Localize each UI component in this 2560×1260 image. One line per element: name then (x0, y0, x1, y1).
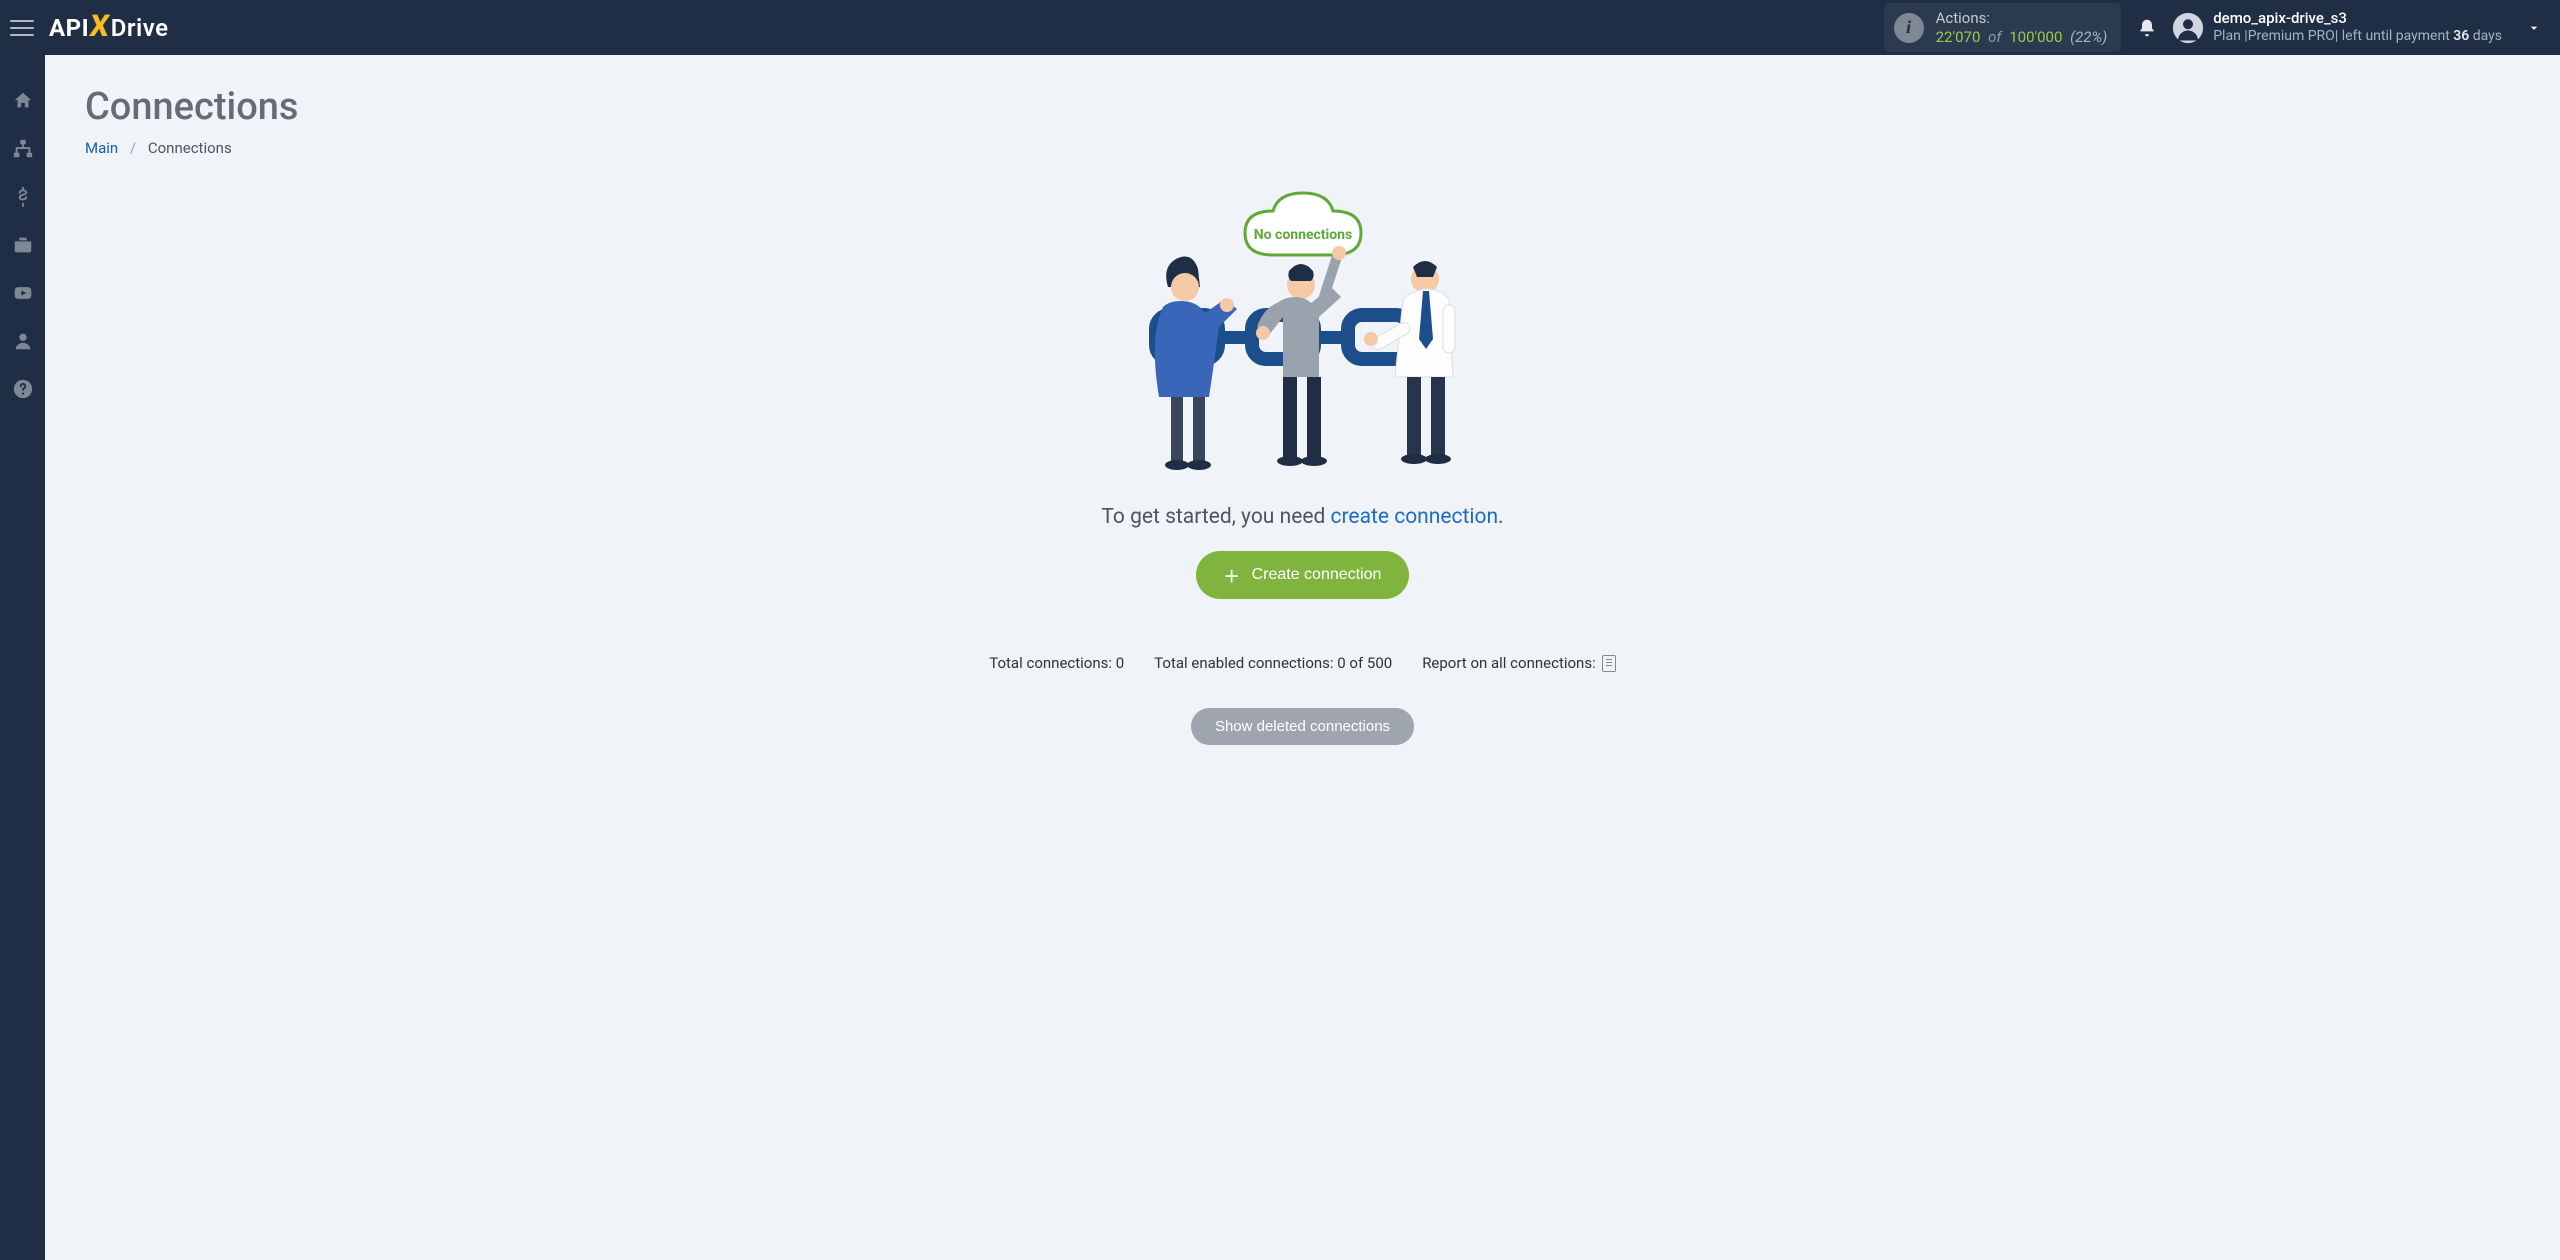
sidebar-profile[interactable] (12, 330, 34, 352)
sidebar-home[interactable] (12, 90, 34, 112)
logo-part-drive: Drive (111, 14, 169, 42)
avatar-icon (2173, 13, 2203, 43)
illustration: No connections (1123, 187, 1483, 487)
actions-limit: 100'000 (2009, 28, 2062, 46)
user-icon (12, 330, 34, 352)
actions-usage-box[interactable]: i Actions: 22'070 of 100'000 (22%) (1884, 3, 2122, 53)
logo-part-api: API (49, 14, 89, 42)
sidebar-connections[interactable] (12, 138, 34, 160)
lead-prefix: To get started, you need (1101, 505, 1330, 529)
create-connection-label: Create connection (1252, 566, 1382, 584)
breadcrumb-main[interactable]: Main (85, 139, 118, 157)
cloud-text: No connections (1253, 227, 1351, 243)
dollar-icon (13, 186, 33, 208)
sidebar-tutorials[interactable] (12, 282, 34, 304)
menu-toggle[interactable] (10, 16, 34, 40)
info-icon: i (1894, 13, 1924, 43)
sidebar-billing[interactable] (12, 186, 34, 208)
create-connection-button[interactable]: ＋ Create connection (1196, 551, 1410, 599)
play-icon (12, 283, 34, 303)
breadcrumb-sep: / (130, 139, 136, 157)
sidebar (0, 55, 45, 1260)
report-label: Report on all connections: (1422, 654, 1596, 672)
stats-row: Total connections: 0 Total enabled conne… (853, 654, 1753, 672)
user-text: demo_apix-drive_s3 Plan |Premium PRO| le… (2213, 9, 2502, 45)
home-icon (12, 90, 34, 112)
chevron-down-icon[interactable] (2518, 20, 2550, 36)
sidebar-help[interactable] (12, 378, 34, 400)
lead-text: To get started, you need create connecti… (853, 505, 1753, 529)
briefcase-icon (12, 234, 34, 256)
topbar-right: i Actions: 22'070 of 100'000 (22%) demo_… (1884, 3, 2550, 53)
topbar: API X Drive i Actions: 22'070 of 100'000… (0, 0, 2560, 55)
create-connection-link[interactable]: create connection (1331, 505, 1499, 529)
actions-text: Actions: 22'070 of 100'000 (22%) (1936, 9, 2108, 47)
logo[interactable]: API X Drive (49, 10, 169, 45)
breadcrumb-current: Connections (148, 139, 232, 157)
plus-icon: ＋ (1224, 563, 1240, 587)
logo-part-x: X (88, 9, 113, 44)
user-menu[interactable]: demo_apix-drive_s3 Plan |Premium PRO| le… (2173, 9, 2502, 45)
actions-used: 22'070 (1936, 28, 1981, 46)
show-deleted-button[interactable]: Show deleted connections (1191, 708, 1414, 745)
help-icon (12, 378, 34, 400)
breadcrumb: Main / Connections (85, 139, 2520, 157)
report-link[interactable]: Report on all connections: (1422, 654, 1616, 672)
actions-values: 22'070 of 100'000 (22%) (1936, 28, 2108, 47)
sidebar-services[interactable] (12, 234, 34, 256)
layout: Connections Main / Connections No connec… (0, 55, 2560, 1260)
empty-state: No connections (853, 187, 1753, 745)
actions-percent: (22%) (2070, 28, 2107, 46)
enabled-connections: Total enabled connections: 0 of 500 (1154, 654, 1392, 672)
sitemap-icon (12, 138, 34, 160)
file-icon (1602, 655, 1616, 672)
total-connections: Total connections: 0 (989, 654, 1124, 672)
notifications-icon[interactable] (2137, 17, 2157, 39)
page-title: Connections (85, 85, 2520, 129)
actions-label: Actions: (1936, 9, 2108, 28)
lead-suffix: . (1498, 505, 1504, 529)
main-content: Connections Main / Connections No connec… (45, 55, 2560, 1260)
user-plan: Plan |Premium PRO| left until payment 36… (2213, 28, 2502, 46)
actions-of: of (1988, 28, 2001, 46)
user-name: demo_apix-drive_s3 (2213, 9, 2502, 28)
